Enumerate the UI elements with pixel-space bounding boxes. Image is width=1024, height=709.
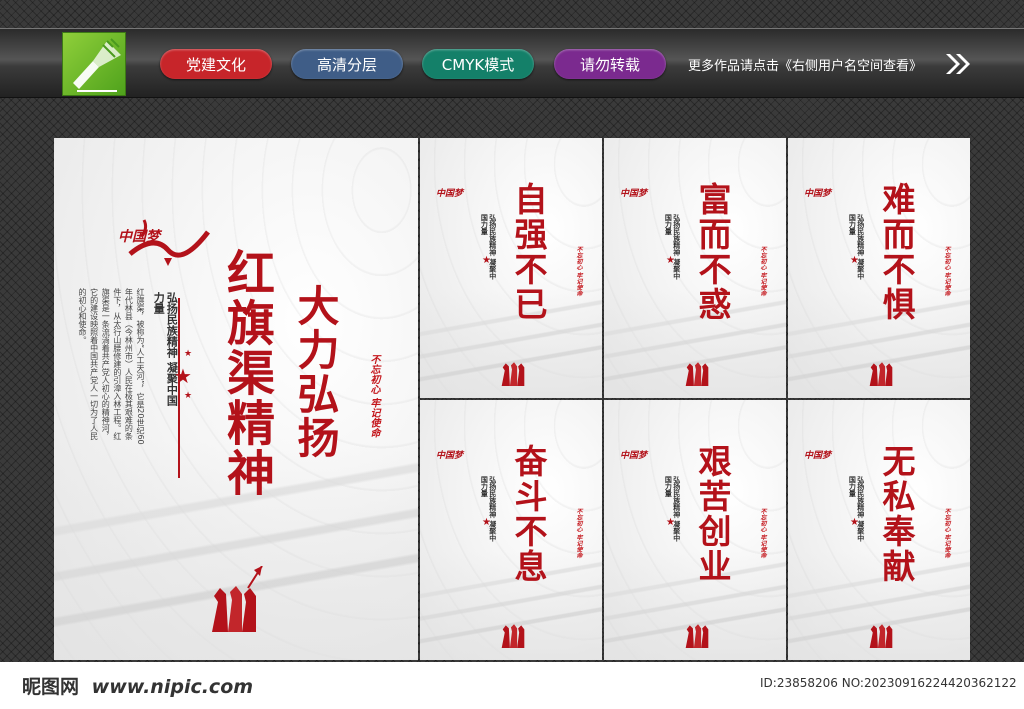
star-icon: ★	[850, 517, 859, 528]
pen-logo-icon	[62, 32, 126, 96]
poster-subtitle: 弘扬民族精神 凝聚中国力量	[480, 214, 498, 280]
main-body-text: 红旗渠，被称为“人工天河”，它是20世纪60年代林县（今林州市）人民在极其艰难的…	[78, 288, 145, 445]
star-icon: ★	[482, 517, 491, 528]
seal-text: 不忘初心 牢记使命	[575, 246, 582, 297]
poster-title: 艰苦创业	[693, 444, 732, 584]
poster-1: 中国梦 自强不已 弘扬民族精神 凝聚中国力量 不忘初心 牢记使命 ★	[420, 138, 602, 398]
poster-title: 无私奉献	[877, 444, 916, 584]
seal-text: 不忘初心 牢记使命	[368, 354, 379, 438]
tag-no-repost[interactable]: 请勿转载	[554, 49, 666, 79]
poster-title: 富而不惑	[693, 182, 732, 322]
star-icon: ★	[174, 364, 192, 388]
poster-subtitle: 弘扬民族精神 凝聚中国力量	[664, 214, 682, 280]
site-url: www.nipic.com	[91, 676, 254, 698]
red-marchers-icon	[501, 362, 525, 386]
site-name: 昵图网	[22, 676, 80, 698]
red-marchers-icon	[685, 362, 709, 386]
red-marchers-icon	[501, 624, 525, 648]
star-icon: ★	[666, 517, 675, 528]
tag-party-culture[interactable]: 党建文化	[160, 49, 272, 79]
tag-cmyk-mode[interactable]: CMYK模式	[422, 49, 534, 79]
double-arrow-right-icon[interactable]	[944, 52, 974, 76]
star-icon: ★	[482, 255, 491, 266]
main-poster: 中国梦 红旗渠精神 大力弘扬 弘扬民族精神 凝聚中国力量 红旗渠，被称为“人工天…	[54, 138, 418, 660]
seal-text: 不忘初心 牢记使命	[575, 508, 582, 559]
poster-title: 奋斗不息	[509, 444, 548, 584]
poster-6: 中国梦 无私奉献 弘扬民族精神 凝聚中国力量 不忘初心 牢记使命 ★	[788, 400, 970, 660]
star-icon: ★	[666, 255, 675, 266]
poster-subtitle: 弘扬民族精神 凝聚中国力量	[848, 476, 866, 542]
image-id-line: ID:23858206 NO:20230916224420362122	[760, 676, 1017, 690]
china-dream-logo: 中国梦	[436, 189, 464, 199]
site-watermark[interactable]: 昵图网 www.nipic.com	[22, 672, 253, 699]
poster-5: 中国梦 艰苦创业 弘扬民族精神 凝聚中国力量 不忘初心 牢记使命 ★	[604, 400, 786, 660]
poster-title: 难而不惧	[877, 182, 916, 322]
china-dream-brush-icon	[128, 219, 210, 266]
seal-text: 不忘初心 牢记使命	[759, 508, 766, 559]
poster-title: 自强不已	[509, 182, 548, 322]
red-marchers-icon	[869, 624, 893, 648]
poster-subtitle: 弘扬民族精神 凝聚中国力量	[480, 476, 498, 542]
red-marchers-icon	[212, 566, 263, 632]
more-works-note[interactable]: 更多作品请点击《右侧用户名空间查看》	[688, 55, 922, 74]
poster-4: 中国梦 奋斗不息 弘扬民族精神 凝聚中国力量 不忘初心 牢记使命 ★	[420, 400, 602, 660]
poster-2: 中国梦 富而不惑 弘扬民族精神 凝聚中国力量 不忘初心 牢记使命 ★	[604, 138, 786, 398]
poster-subtitle: 弘扬民族精神 凝聚中国力量	[664, 476, 682, 542]
seal-text: 不忘初心 牢记使命	[943, 246, 950, 297]
china-dream-logo: 中国梦	[804, 189, 832, 199]
main-slogan: 大力弘扬	[291, 284, 340, 460]
poster-subtitle: 弘扬民族精神 凝聚中国力量	[848, 214, 866, 280]
china-dream-logo: 中国梦	[620, 189, 648, 199]
china-dream-logo: 中国梦	[620, 451, 648, 461]
red-marchers-icon	[685, 624, 709, 648]
china-dream-logo: 中国梦	[436, 451, 464, 461]
seal-text: 不忘初心 牢记使命	[759, 246, 766, 297]
small-star-icon: ★	[184, 349, 193, 359]
small-star-icon: ★	[184, 391, 193, 401]
china-dream-logo: 中国梦	[804, 451, 832, 461]
red-marchers-icon	[869, 362, 893, 386]
divider-line	[178, 298, 180, 478]
main-title: 红旗渠精神	[218, 248, 274, 498]
seal-text: 不忘初心 牢记使命	[943, 508, 950, 559]
footer-bar: 昵图网 www.nipic.com ID:23858206 NO:2023091…	[0, 662, 1024, 709]
star-icon: ★	[850, 255, 859, 266]
main-subtitle: 弘扬民族精神 凝聚中国力量	[152, 292, 179, 406]
poster-3: 中国梦 难而不惧 弘扬民族精神 凝聚中国力量 不忘初心 牢记使命 ★	[788, 138, 970, 398]
tag-hd-layers[interactable]: 高清分层	[291, 49, 403, 79]
